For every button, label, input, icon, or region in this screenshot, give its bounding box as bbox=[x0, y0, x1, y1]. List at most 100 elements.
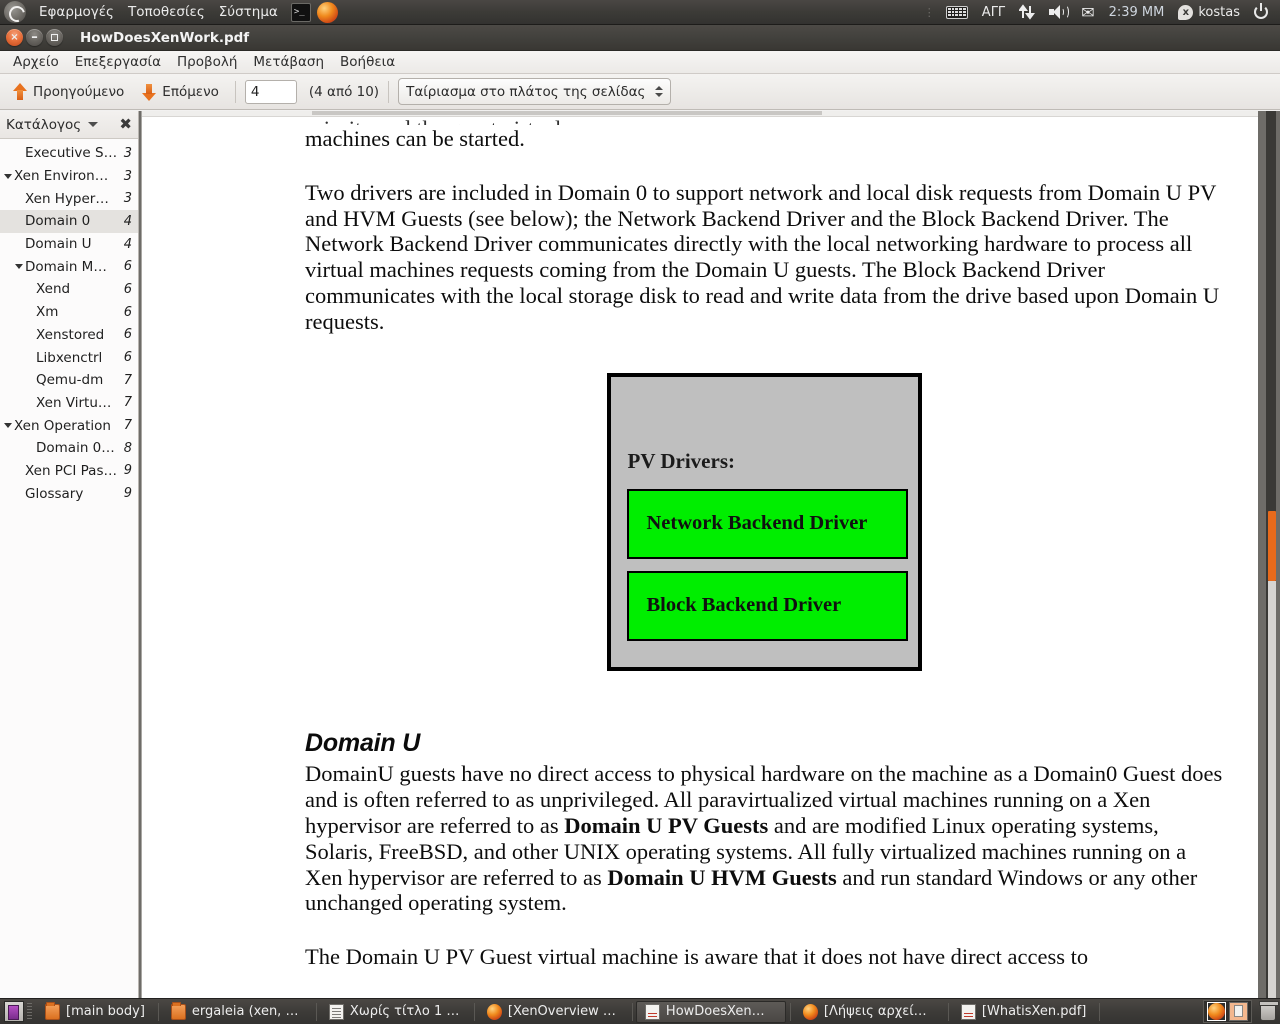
toc-item-page: 6 bbox=[123, 304, 132, 320]
paragraph-gap-1 bbox=[305, 152, 1223, 180]
close-sidebar-icon[interactable]: ✖ bbox=[119, 117, 132, 132]
toc-item[interactable]: Domain M… 6 bbox=[0, 255, 138, 278]
next-page-button[interactable]: Επόμενο bbox=[135, 80, 226, 104]
user-menu[interactable]: x kostas bbox=[1172, 2, 1246, 23]
toc-item-label: Xen Operation bbox=[14, 417, 111, 434]
taskbar-item[interactable]: [WhatisXen.pdf] bbox=[952, 1001, 1095, 1023]
expander-triangle-icon[interactable] bbox=[2, 423, 14, 429]
toc-item-page: 3 bbox=[123, 191, 132, 207]
taskbar-separator bbox=[789, 1002, 791, 1021]
sidebar-header: Κατάλογος ✖ bbox=[0, 111, 138, 139]
toc-item[interactable]: Xm 6 bbox=[0, 301, 138, 324]
toc-item-label: Xen Environ… bbox=[14, 168, 109, 185]
toc-item[interactable]: Xen Operation 7 bbox=[0, 414, 138, 437]
panel-menu-system[interactable]: Σύστημα bbox=[212, 2, 285, 23]
folder-icon bbox=[170, 1001, 186, 1020]
toc-item-label: Libxenctrl bbox=[36, 349, 103, 366]
keyboard-layout-indicator[interactable]: ΑΓΓ bbox=[976, 2, 1011, 23]
taskbar-item[interactable]: [XenOverview - … bbox=[478, 1001, 628, 1023]
close-window-button[interactable]: × bbox=[6, 29, 23, 46]
taskbar-item[interactable]: ergaleia (xen, e… bbox=[162, 1001, 312, 1023]
network-updown-icon[interactable] bbox=[1013, 2, 1041, 23]
taskbar-separator bbox=[1099, 1002, 1101, 1021]
toolbar: Προηγούμενο Επόμενο (4 από 10) Ταίριασμα… bbox=[0, 74, 1280, 110]
taskbar-item-label: [WhatisXen.pdf] bbox=[981, 1004, 1087, 1019]
maximize-window-button[interactable] bbox=[46, 29, 63, 46]
menu-help[interactable]: Βοήθεια bbox=[332, 52, 403, 73]
figure-title: PV Drivers: bbox=[627, 448, 736, 473]
chevron-down-icon[interactable] bbox=[88, 122, 99, 127]
clock[interactable]: 2:39 ΜΜ bbox=[1103, 2, 1171, 23]
previous-page-button[interactable]: Προηγούμενο bbox=[6, 80, 131, 104]
show-desktop-icon[interactable] bbox=[4, 1001, 24, 1022]
toc-item[interactable]: Xenstored 6 bbox=[0, 324, 138, 347]
pdf-page: priority and the guest virtual machines … bbox=[141, 111, 1258, 998]
toc-item-page: 6 bbox=[123, 259, 132, 275]
heading-domain-u: Domain U bbox=[305, 728, 421, 757]
toc-item-page: 6 bbox=[123, 350, 132, 366]
toc-item[interactable]: Domain 0 t… 8 bbox=[0, 437, 138, 460]
ubuntu-logo-icon[interactable] bbox=[4, 1, 26, 23]
taskbar-item-label: [XenOverview - … bbox=[507, 1004, 619, 1019]
menu-go[interactable]: Μετάβαση bbox=[245, 52, 332, 73]
toc-item[interactable]: Domain U 4 bbox=[0, 233, 138, 256]
toc-item[interactable]: Executive Su… 3 bbox=[0, 142, 138, 165]
taskbar-item[interactable]: [main body] bbox=[36, 1001, 154, 1023]
workspace-firefox[interactable] bbox=[1207, 1002, 1226, 1021]
envelope-icon[interactable]: ✉ bbox=[1075, 2, 1100, 23]
taskbar-item-label: [Λήψεις αρχείων] bbox=[823, 1004, 935, 1019]
terminal-launcher-icon[interactable]: >_ bbox=[290, 2, 311, 22]
figure-gap-bottom-2 bbox=[305, 709, 1223, 731]
power-icon[interactable] bbox=[1248, 2, 1274, 23]
toc-item[interactable]: Libxenctrl 6 bbox=[0, 346, 138, 369]
keyboard-icon[interactable] bbox=[940, 2, 974, 23]
menu-view[interactable]: Προβολή bbox=[169, 52, 245, 73]
taskbar-separator bbox=[631, 1002, 633, 1021]
toc-item[interactable]: Xen Environ… 3 bbox=[0, 165, 138, 188]
taskbar-item[interactable]: HowDoesXenW… bbox=[635, 1000, 786, 1023]
table-of-contents-list[interactable]: Executive Su… 3 Xen Environ… 3 Xen Hyper… 3 Do… bbox=[0, 139, 138, 998]
minimize-window-button[interactable]: – bbox=[26, 29, 43, 46]
scrollbar-thumb[interactable] bbox=[1268, 511, 1276, 581]
panel-menu-places[interactable]: Τοποθεσίες bbox=[121, 2, 212, 23]
expander-triangle-icon[interactable] bbox=[13, 264, 25, 270]
toc-item[interactable]: Xen Virtu… 7 bbox=[0, 392, 138, 415]
previous-page-label: Προηγούμενο bbox=[33, 83, 125, 100]
user-avatar: x bbox=[1178, 4, 1194, 20]
firefox-launcher-icon[interactable] bbox=[316, 1, 338, 23]
document-view[interactable]: priority and the guest virtual machines … bbox=[139, 111, 1280, 998]
ff-icon bbox=[802, 1003, 818, 1020]
taskbar-item[interactable]: [Λήψεις αρχείων] bbox=[794, 1001, 944, 1023]
sidebar-mode-label: Κατάλογος bbox=[6, 116, 82, 133]
taskbar-separator bbox=[315, 1002, 317, 1021]
toc-item-label: Glossary bbox=[25, 485, 84, 502]
toc-item[interactable]: Xen PCI Pass… 9 bbox=[0, 460, 138, 483]
expander-triangle-icon[interactable] bbox=[2, 173, 14, 179]
taskbar-right-tray bbox=[1203, 1000, 1280, 1023]
menu-edit[interactable]: Επεξεργασία bbox=[67, 52, 169, 73]
minimize-icon: – bbox=[31, 30, 38, 45]
toc-item-page: 7 bbox=[123, 372, 132, 388]
toc-item[interactable]: Xen Hyper… 3 bbox=[0, 187, 138, 210]
toc-item[interactable]: Xend 6 bbox=[0, 278, 138, 301]
page-number-input[interactable] bbox=[244, 79, 297, 104]
toc-item[interactable]: Domain 0 4 bbox=[0, 210, 138, 233]
scroll-gutter bbox=[1258, 111, 1280, 998]
taskbar-item[interactable]: Χωρίς τίτλο 1 - … bbox=[320, 1001, 470, 1023]
volume-icon[interactable] bbox=[1043, 2, 1073, 23]
menu-file[interactable]: Αρχείο bbox=[5, 52, 67, 73]
chevron-updown-icon bbox=[655, 86, 664, 97]
top-panel-left: Εφαρμογές Τοποθεσίες Σύστημα >_ bbox=[0, 0, 338, 24]
toc-item-label: Domain M… bbox=[25, 258, 107, 275]
taskbar-grip[interactable] bbox=[27, 1002, 32, 1021]
toc-item[interactable]: Qemu-dm 7 bbox=[0, 369, 138, 392]
pdf-page-content: priority and the guest virtual machines … bbox=[142, 116, 1258, 970]
toc-item-page: 6 bbox=[123, 281, 132, 297]
trash-icon[interactable] bbox=[1259, 1000, 1279, 1021]
workspace-pdf[interactable] bbox=[1229, 1002, 1248, 1021]
toc-item[interactable]: Glossary 9 bbox=[0, 482, 138, 505]
panel-menu-applications[interactable]: Εφαρμογές bbox=[32, 2, 121, 23]
zoom-level-select[interactable]: Ταίριασμα στο πλάτος της σελίδας bbox=[398, 78, 672, 105]
workspace-switcher[interactable] bbox=[1203, 1000, 1252, 1023]
toc-item-label: Xend bbox=[36, 281, 71, 298]
